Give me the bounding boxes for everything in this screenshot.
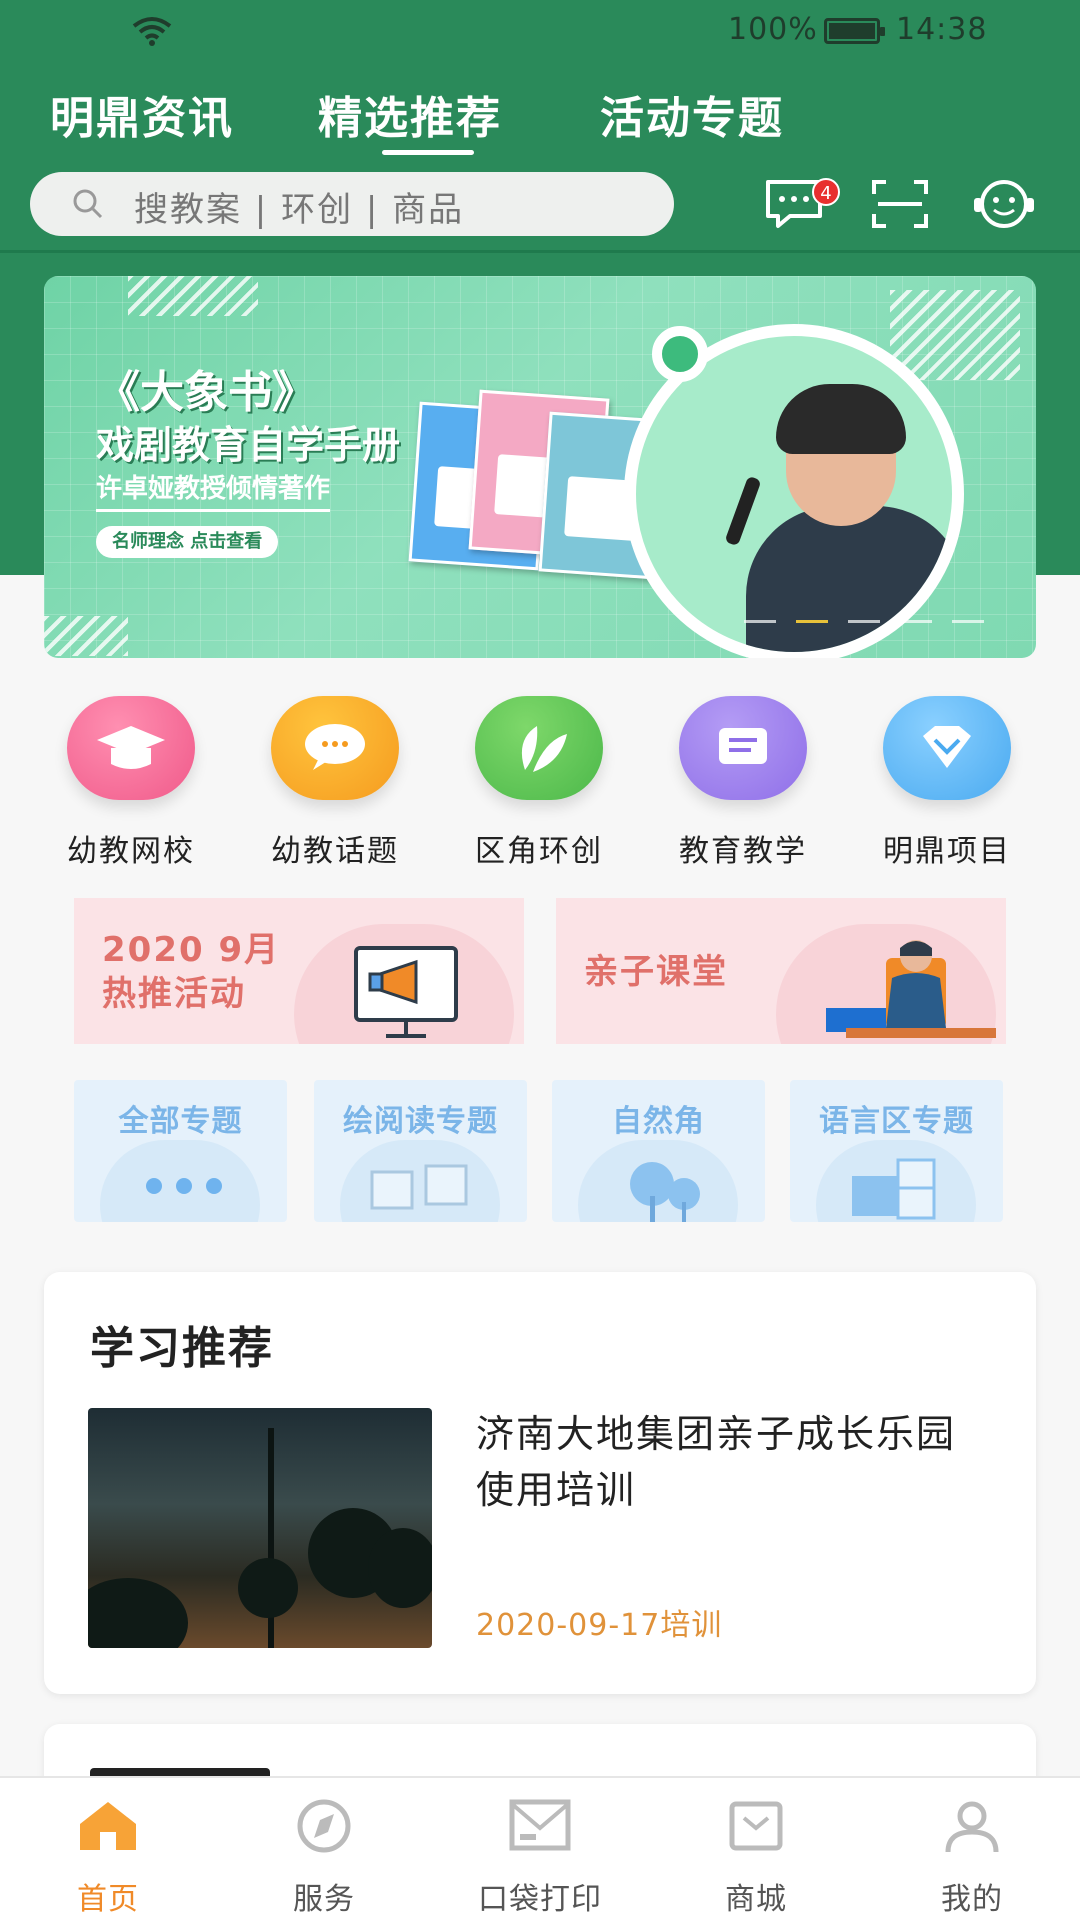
search-placeholder: 搜教案 | 环创 | 商品 xyxy=(134,190,465,230)
topic-label: 全部专题 xyxy=(118,1104,243,1139)
promo-parent-class[interactable]: 亲子课堂 xyxy=(556,898,1006,1044)
book-icon xyxy=(679,696,807,800)
clock: 14:38 xyxy=(896,12,988,47)
nav-services[interactable]: 服务 xyxy=(224,1798,424,1918)
article-meta: 2020-09-17培训 xyxy=(476,1608,723,1643)
graduation-cap-icon xyxy=(67,696,195,800)
carousel-indicator xyxy=(744,608,1004,627)
home-icon xyxy=(80,1802,136,1850)
promo-line: 2020 9月 xyxy=(102,930,281,970)
nav-label: 我的 xyxy=(941,1882,1003,1917)
learning-recommend-card: 学习推荐 济南大地集团亲子成长乐园使用培训 2020-09-17培训 xyxy=(44,1272,1036,1694)
category-label: 幼教网校 xyxy=(67,834,195,869)
megaphone-icon xyxy=(354,946,458,1038)
battery-icon xyxy=(824,18,885,44)
banner-button[interactable]: 名师理念 点击查看 xyxy=(96,526,279,558)
promo-banner[interactable]: 《大象书》 戏剧教育自学手册 许卓娅教授倾情著作 名师理念 点击查看 xyxy=(44,276,1036,658)
chat-bubble-icon xyxy=(271,696,399,800)
mail-icon xyxy=(509,1799,571,1851)
message-badge: 4 xyxy=(812,178,840,206)
section-title: 学习推荐 xyxy=(90,1323,274,1374)
promo-title: 亲子课堂 xyxy=(584,952,728,992)
category-label: 区角环创 xyxy=(475,834,603,869)
tab-events[interactable]: 活动专题 xyxy=(600,82,784,146)
shop-icon xyxy=(729,1801,783,1851)
article-title[interactable]: 济南大地集团亲子成长乐园使用培训 xyxy=(476,1406,976,1518)
category-topics[interactable]: 幼教话题 xyxy=(250,696,420,870)
search-input[interactable]: 搜教案 | 环创 | 商品 xyxy=(30,172,674,236)
tab-featured[interactable]: 精选推荐 xyxy=(318,82,502,146)
promo-line: 热推活动 xyxy=(102,974,246,1014)
nav-label: 首页 xyxy=(77,1882,139,1917)
category-teaching[interactable]: 教育教学 xyxy=(658,696,828,870)
category-projects[interactable]: 明鼎项目 xyxy=(862,696,1032,870)
nav-pocket-print[interactable]: 口袋打印 xyxy=(440,1798,640,1918)
category-label: 明鼎项目 xyxy=(883,834,1011,869)
topic-label: 自然角 xyxy=(612,1104,705,1139)
scan-icon[interactable] xyxy=(868,176,932,232)
header-divider xyxy=(0,250,1080,253)
nav-shop[interactable]: 商城 xyxy=(656,1798,856,1918)
compass-icon xyxy=(297,1799,351,1853)
books-icon xyxy=(370,1164,468,1210)
article-thumbnail[interactable] xyxy=(88,1408,432,1648)
customer-service-icon[interactable] xyxy=(972,176,1036,232)
nav-label: 口袋打印 xyxy=(478,1882,602,1917)
topic-label: 语言区专题 xyxy=(819,1104,974,1139)
status-bar: 100% 14:38 xyxy=(0,0,1080,62)
nav-profile[interactable]: 我的 xyxy=(872,1798,1072,1918)
topic-nature-corner[interactable]: 自然角 xyxy=(552,1080,765,1222)
topic-language-area[interactable]: 语言区专题 xyxy=(790,1080,1003,1222)
banner-title: 《大象书》 xyxy=(96,367,316,418)
banner-subtitle: 戏剧教育自学手册 xyxy=(96,423,401,467)
topic-picture-reading[interactable]: 绘阅读专题 xyxy=(314,1080,527,1222)
wifi-icon xyxy=(132,17,172,46)
topic-all[interactable]: 全部专题 xyxy=(74,1080,287,1222)
search-icon xyxy=(73,189,103,219)
category-online-school[interactable]: 幼教网校 xyxy=(46,696,216,870)
category-label: 幼教话题 xyxy=(271,834,399,869)
teacher-illustration xyxy=(826,940,996,1038)
diamond-icon xyxy=(883,696,1011,800)
tab-news[interactable]: 明鼎资讯 xyxy=(50,82,234,146)
category-corner-env[interactable]: 区角环创 xyxy=(454,696,624,870)
promo-hot-activity[interactable]: 2020 9月 热推活动 xyxy=(74,898,524,1044)
bottom-navigation: 首页 服务 口袋打印 商城 我的 xyxy=(0,1776,1080,1920)
decor-dot xyxy=(652,326,708,382)
nav-label: 服务 xyxy=(293,1882,355,1917)
blocks-icon xyxy=(852,1158,936,1220)
topic-label: 绘阅读专题 xyxy=(343,1104,498,1139)
user-icon xyxy=(945,1801,999,1853)
banner-hatch xyxy=(128,276,258,316)
category-label: 教育教学 xyxy=(679,834,807,869)
leaf-icon xyxy=(475,696,603,800)
active-tab-indicator xyxy=(382,150,474,155)
battery-percent: 100% xyxy=(728,12,818,47)
banner-hatch xyxy=(890,290,1020,380)
nav-label: 商城 xyxy=(725,1882,787,1917)
more-dots-icon xyxy=(146,1178,222,1194)
trees-icon xyxy=(630,1162,700,1222)
banner-author: 许卓娅教授倾情著作 xyxy=(96,468,331,512)
banner-hatch xyxy=(44,616,128,656)
nav-home[interactable]: 首页 xyxy=(8,1798,208,1918)
